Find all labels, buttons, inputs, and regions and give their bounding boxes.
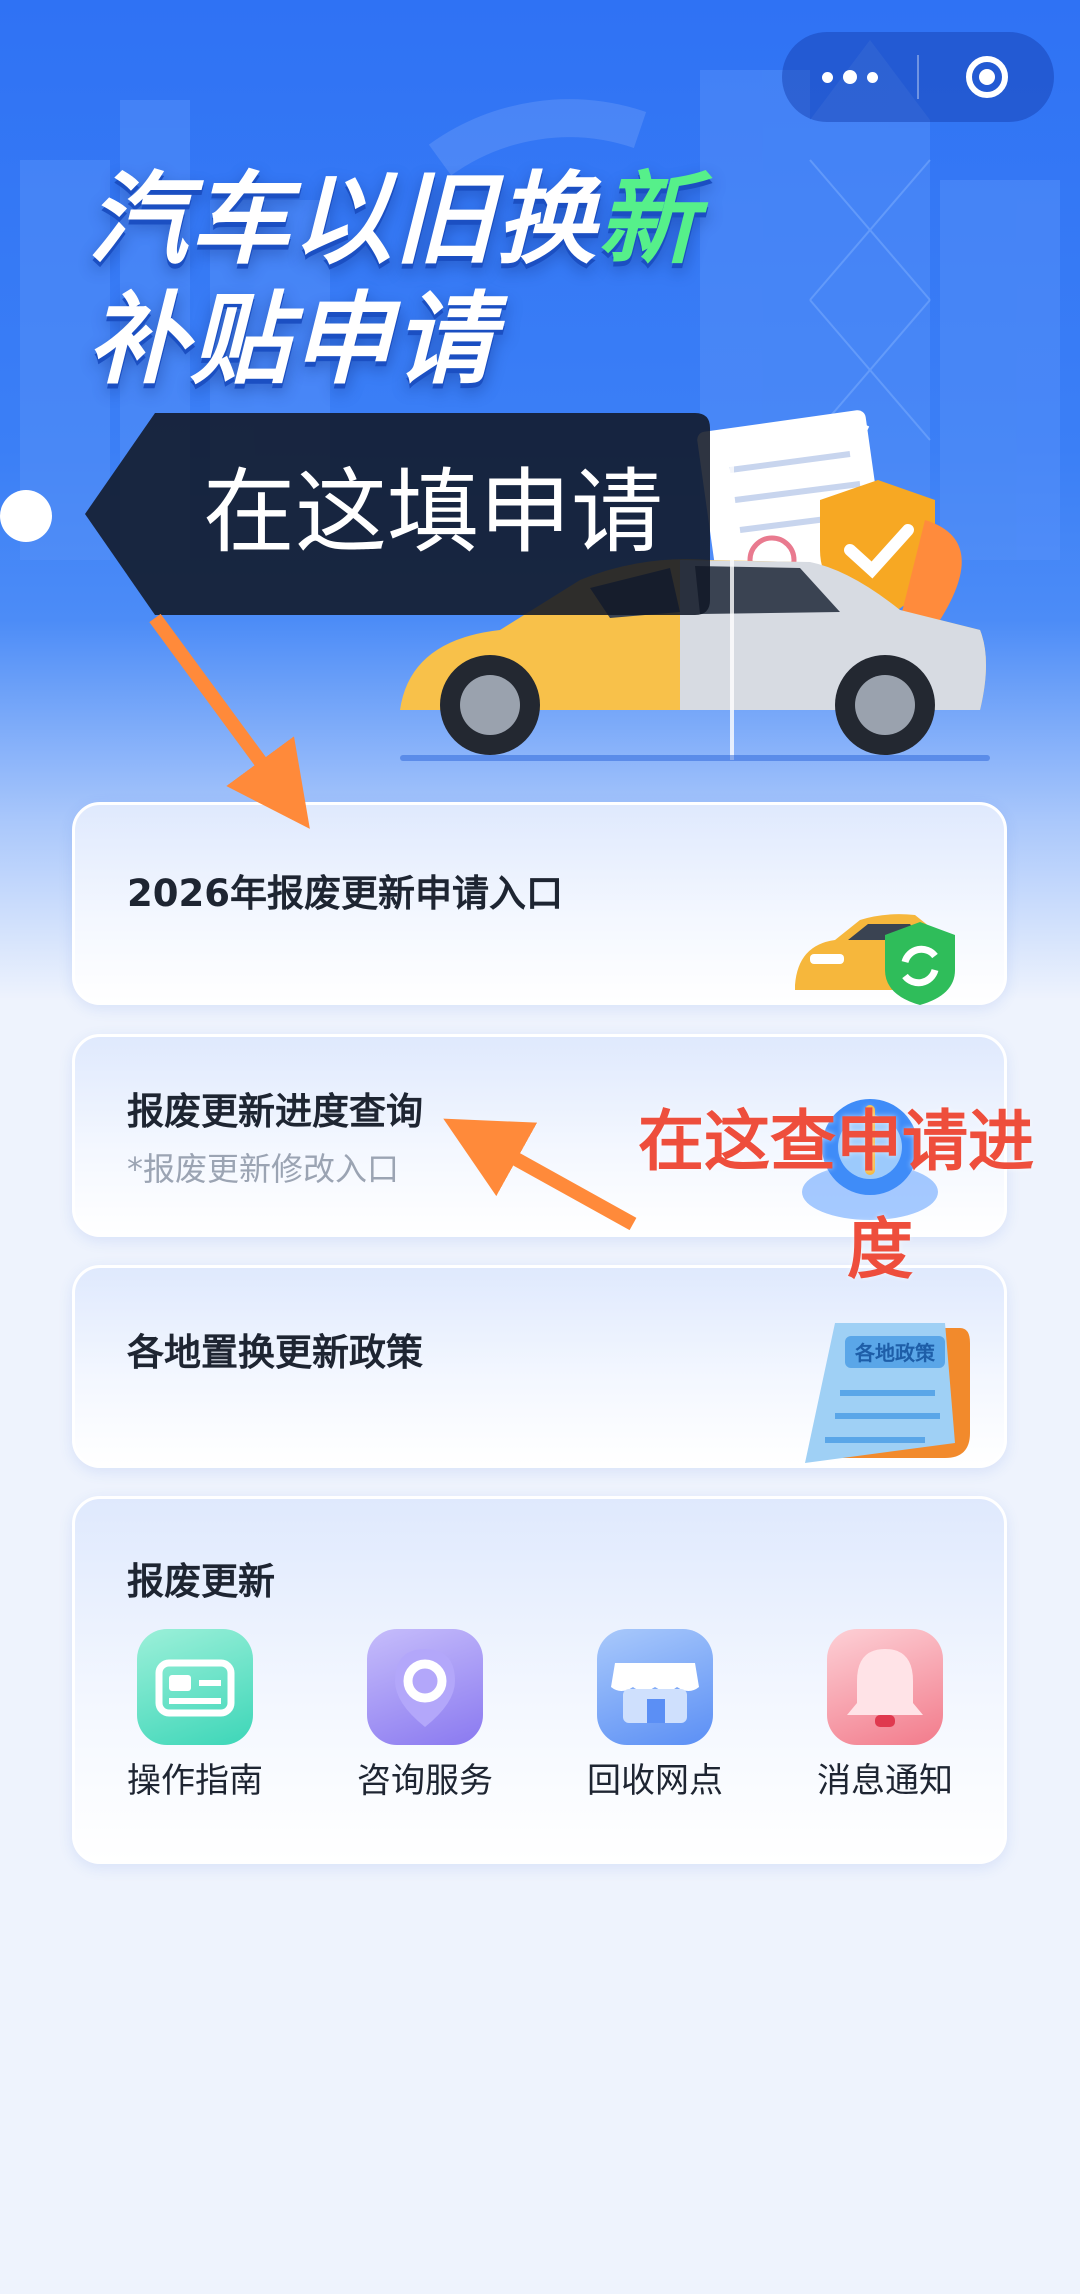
apply-entry-card[interactable]: 2026年报废更新申请入口 xyxy=(72,802,1007,1005)
scrap-update-title: 报废更新 xyxy=(127,1560,275,1603)
mini-program-capsule xyxy=(782,32,1054,122)
consult-pin-icon xyxy=(367,1629,483,1745)
shortcut-label: 消息通知 xyxy=(817,1761,953,1801)
fill-here-label: 在这填申请 xyxy=(203,459,664,566)
shortcut-label: 操作指南 xyxy=(127,1761,263,1801)
progress-query-title: 报废更新进度查询 xyxy=(127,1090,423,1133)
policy-badge-text: 各地政策 xyxy=(854,1341,936,1365)
hero-title-line2: 补贴申请 xyxy=(88,281,496,398)
apply-entry-title: 2026年报废更新申请入口 xyxy=(127,872,563,915)
shortcut-consult-service[interactable]: 咨询服务 xyxy=(325,1629,525,1819)
hero-title-line1: 汽车以旧换新 xyxy=(88,165,788,275)
side-decor-dot xyxy=(0,490,52,542)
hero-title-part1: 汽车以旧换 xyxy=(88,161,598,278)
local-policy-card[interactable]: 各地置换更新政策 各地政策 xyxy=(72,1265,1007,1468)
scrap-update-card: 报废更新 操作指南 咨询服务 回收网点 消息通知 xyxy=(72,1496,1007,1864)
check-progress-annotation-line2: 度 xyxy=(847,1211,913,1288)
fill-here-callout: 在这填申请 xyxy=(85,413,710,615)
car-refresh-shield-icon xyxy=(795,914,955,1005)
policy-scroll-icon: 各地政策 xyxy=(805,1323,970,1463)
modify-entry-link[interactable]: *报废更新修改入口 xyxy=(127,1147,399,1191)
local-policy-title: 各地置换更新政策 xyxy=(127,1331,423,1374)
shortcut-notifications[interactable]: 消息通知 xyxy=(785,1629,985,1819)
guide-card-icon xyxy=(137,1629,253,1745)
shortcut-operation-guide[interactable]: 操作指南 xyxy=(95,1629,295,1819)
hero-title-accent: 新 xyxy=(598,161,700,278)
more-dots-icon[interactable] xyxy=(782,32,917,122)
shortcut-recycle-points[interactable]: 回收网点 xyxy=(555,1629,755,1819)
scrap-shortcuts: 操作指南 咨询服务 回收网点 消息通知 xyxy=(75,1629,1010,1829)
store-icon xyxy=(597,1629,713,1745)
shortcut-label: 咨询服务 xyxy=(357,1761,493,1801)
check-progress-annotation-line1: 在这查申请进 xyxy=(638,1103,1034,1180)
bell-icon xyxy=(827,1629,943,1745)
shortcut-label: 回收网点 xyxy=(587,1761,723,1801)
target-close-icon[interactable] xyxy=(919,32,1054,122)
